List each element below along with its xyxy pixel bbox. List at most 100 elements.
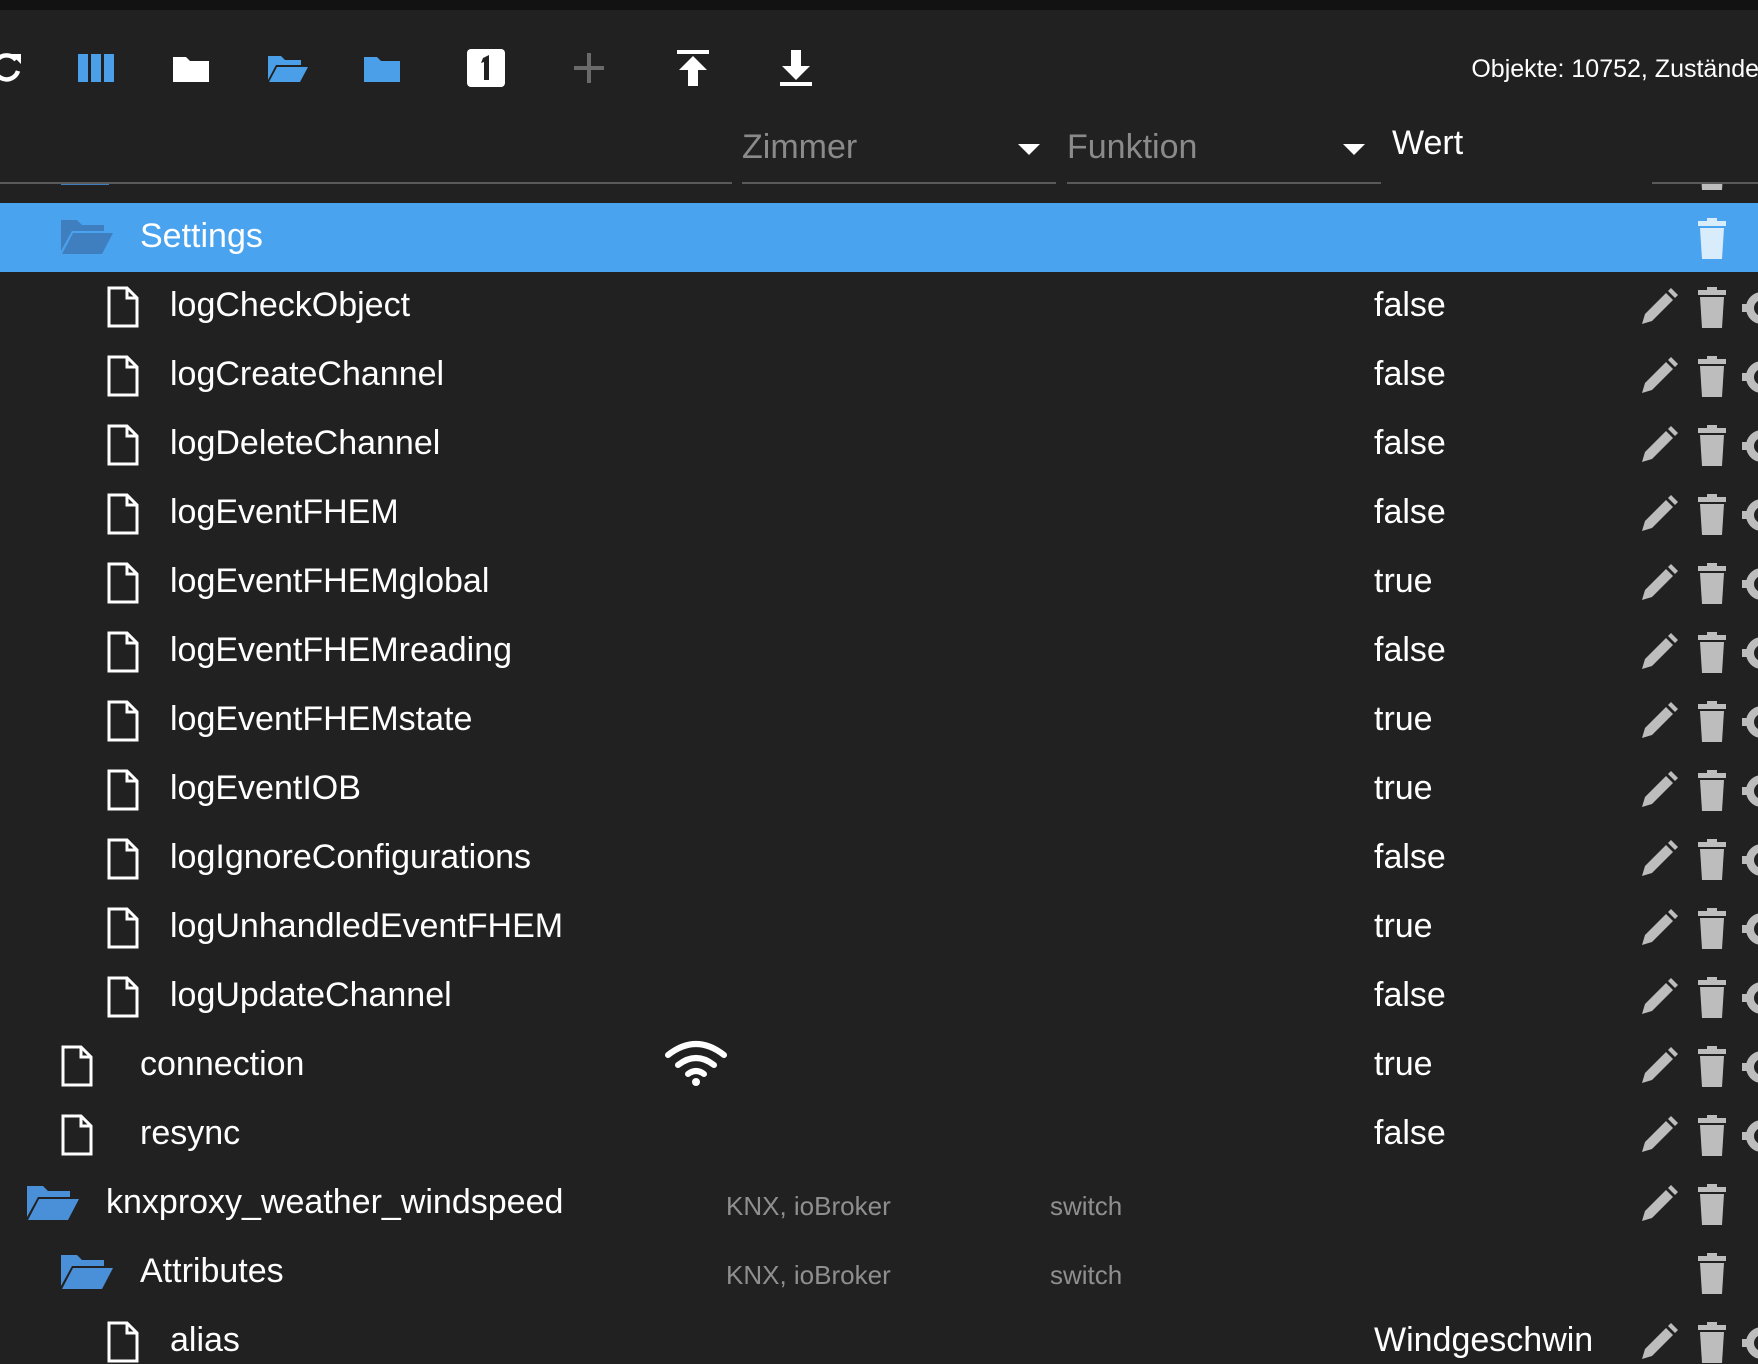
delete-trash-icon[interactable] xyxy=(1690,838,1734,882)
refresh-button[interactable] xyxy=(0,40,34,96)
expand-level-button[interactable] xyxy=(458,40,514,96)
tree-row[interactable]: logEventFHEM false xyxy=(0,479,1758,548)
object-value[interactable]: false xyxy=(1374,355,1446,394)
delete-trash-icon[interactable] xyxy=(1690,184,1734,192)
folder-button[interactable] xyxy=(354,40,410,96)
delete-trash-icon[interactable] xyxy=(1690,631,1734,675)
settings-gear-icon[interactable] xyxy=(1740,424,1758,468)
object-function[interactable]: switch xyxy=(1050,1260,1122,1291)
edit-pencil-icon[interactable] xyxy=(1636,976,1680,1020)
object-value[interactable]: true xyxy=(1374,700,1433,739)
settings-gear-icon[interactable] xyxy=(1740,976,1758,1020)
object-value[interactable]: false xyxy=(1374,1114,1446,1153)
object-value[interactable]: false xyxy=(1374,424,1446,463)
settings-gear-icon[interactable] xyxy=(1740,1045,1758,1089)
tree-row[interactable]: logEventFHEMglobal true xyxy=(0,548,1758,617)
settings-gear-icon[interactable] xyxy=(1740,286,1758,330)
name-filter-input[interactable] xyxy=(0,118,732,182)
object-function[interactable]: switch xyxy=(1050,1191,1122,1222)
settings-gear-icon[interactable] xyxy=(1740,562,1758,606)
edit-pencil-icon[interactable] xyxy=(1636,1183,1680,1227)
edit-pencil-icon[interactable] xyxy=(1636,769,1680,813)
object-value[interactable]: true xyxy=(1374,562,1433,601)
tree-row[interactable]: logUpdateChannel false xyxy=(0,962,1758,1031)
settings-gear-icon[interactable] xyxy=(1740,1114,1758,1158)
settings-gear-icon[interactable] xyxy=(1740,1321,1758,1364)
delete-trash-icon[interactable] xyxy=(1690,562,1734,606)
object-value[interactable]: true xyxy=(1374,769,1433,808)
object-value[interactable]: true xyxy=(1374,907,1433,946)
tree-row[interactable]: logIgnoreConfigurations false xyxy=(0,824,1758,893)
settings-gear-icon[interactable] xyxy=(1740,838,1758,882)
object-room[interactable]: KNX, ioBroker xyxy=(726,1191,891,1222)
edit-pencil-icon[interactable] xyxy=(1636,424,1680,468)
object-name: Attributes xyxy=(140,1252,284,1290)
add-object-button[interactable] xyxy=(561,40,617,96)
tree-row[interactable]: alias Windgeschwin xyxy=(0,1307,1758,1364)
columns-button[interactable] xyxy=(70,40,126,96)
expand-all-button[interactable] xyxy=(260,40,316,96)
edit-pencil-icon[interactable] xyxy=(1636,1045,1680,1089)
delete-trash-icon[interactable] xyxy=(1690,1252,1734,1296)
tree-row[interactable]: info xyxy=(0,184,1758,203)
edit-pencil-icon[interactable] xyxy=(1636,355,1680,399)
edit-pencil-icon[interactable] xyxy=(1636,907,1680,951)
delete-trash-icon[interactable] xyxy=(1690,286,1734,330)
function-filter-select[interactable]: Funktion xyxy=(1067,118,1381,184)
delete-trash-icon[interactable] xyxy=(1690,355,1734,399)
tree-row[interactable]: knxproxy_weather_windspeed KNX, ioBroker s… xyxy=(0,1169,1758,1238)
object-value[interactable]: false xyxy=(1374,838,1446,877)
object-value[interactable]: false xyxy=(1374,631,1446,670)
settings-gear-icon[interactable] xyxy=(1740,493,1758,537)
tree-row[interactable]: logEventIOB true xyxy=(0,755,1758,824)
delete-trash-icon[interactable] xyxy=(1690,907,1734,951)
tree-row[interactable]: connection true xyxy=(0,1031,1758,1100)
delete-trash-icon[interactable] xyxy=(1690,976,1734,1020)
settings-gear-icon[interactable] xyxy=(1740,907,1758,951)
tree-row[interactable]: resync false xyxy=(0,1100,1758,1169)
object-room[interactable]: KNX, ioBroker xyxy=(726,1260,891,1291)
tree-row[interactable]: logCreateChannel false xyxy=(0,341,1758,410)
folder-open-icon[interactable] xyxy=(60,1252,113,1294)
object-value[interactable]: false xyxy=(1374,976,1446,1015)
tree-row[interactable]: logDeleteChannel false xyxy=(0,410,1758,479)
room-filter-select[interactable]: Zimmer xyxy=(742,118,1056,184)
tree-row[interactable]: logEventFHEMstate true xyxy=(0,686,1758,755)
edit-pencil-icon[interactable] xyxy=(1636,1114,1680,1158)
delete-trash-icon[interactable] xyxy=(1690,217,1734,261)
delete-trash-icon[interactable] xyxy=(1690,1045,1734,1089)
object-value[interactable]: false xyxy=(1374,286,1446,325)
object-value[interactable]: true xyxy=(1374,1045,1433,1084)
edit-pencil-icon[interactable] xyxy=(1636,700,1680,744)
delete-trash-icon[interactable] xyxy=(1690,493,1734,537)
edit-pencil-icon[interactable] xyxy=(1636,493,1680,537)
object-value[interactable]: false xyxy=(1374,493,1446,532)
edit-pencil-icon[interactable] xyxy=(1636,562,1680,606)
download-button[interactable] xyxy=(768,40,824,96)
tree-row[interactable]: logEventFHEMreading false xyxy=(0,617,1758,686)
folder-open-icon[interactable] xyxy=(60,217,113,259)
tree-row[interactable]: Settings xyxy=(0,203,1758,272)
object-value[interactable]: Windgeschwin xyxy=(1374,1321,1593,1360)
settings-gear-icon[interactable] xyxy=(1740,355,1758,399)
settings-gear-icon[interactable] xyxy=(1740,631,1758,675)
edit-pencil-icon[interactable] xyxy=(1636,631,1680,675)
tree-row[interactable]: Attributes KNX, ioBroker switch xyxy=(0,1238,1758,1307)
delete-trash-icon[interactable] xyxy=(1690,700,1734,744)
delete-trash-icon[interactable] xyxy=(1690,769,1734,813)
tree-row[interactable]: logCheckObject false xyxy=(0,272,1758,341)
delete-trash-icon[interactable] xyxy=(1690,1321,1734,1364)
settings-gear-icon[interactable] xyxy=(1740,769,1758,813)
folder-open-icon[interactable] xyxy=(26,1183,79,1225)
folder-icon[interactable] xyxy=(60,184,110,190)
edit-pencil-icon[interactable] xyxy=(1636,838,1680,882)
edit-pencil-icon[interactable] xyxy=(1636,286,1680,330)
edit-pencil-icon[interactable] xyxy=(1636,1321,1680,1364)
settings-gear-icon[interactable] xyxy=(1740,700,1758,744)
delete-trash-icon[interactable] xyxy=(1690,424,1734,468)
upload-button[interactable] xyxy=(665,40,721,96)
delete-trash-icon[interactable] xyxy=(1690,1114,1734,1158)
tree-row[interactable]: logUnhandledEventFHEM true xyxy=(0,893,1758,962)
collapse-all-button[interactable] xyxy=(163,40,219,96)
delete-trash-icon[interactable] xyxy=(1690,1183,1734,1227)
